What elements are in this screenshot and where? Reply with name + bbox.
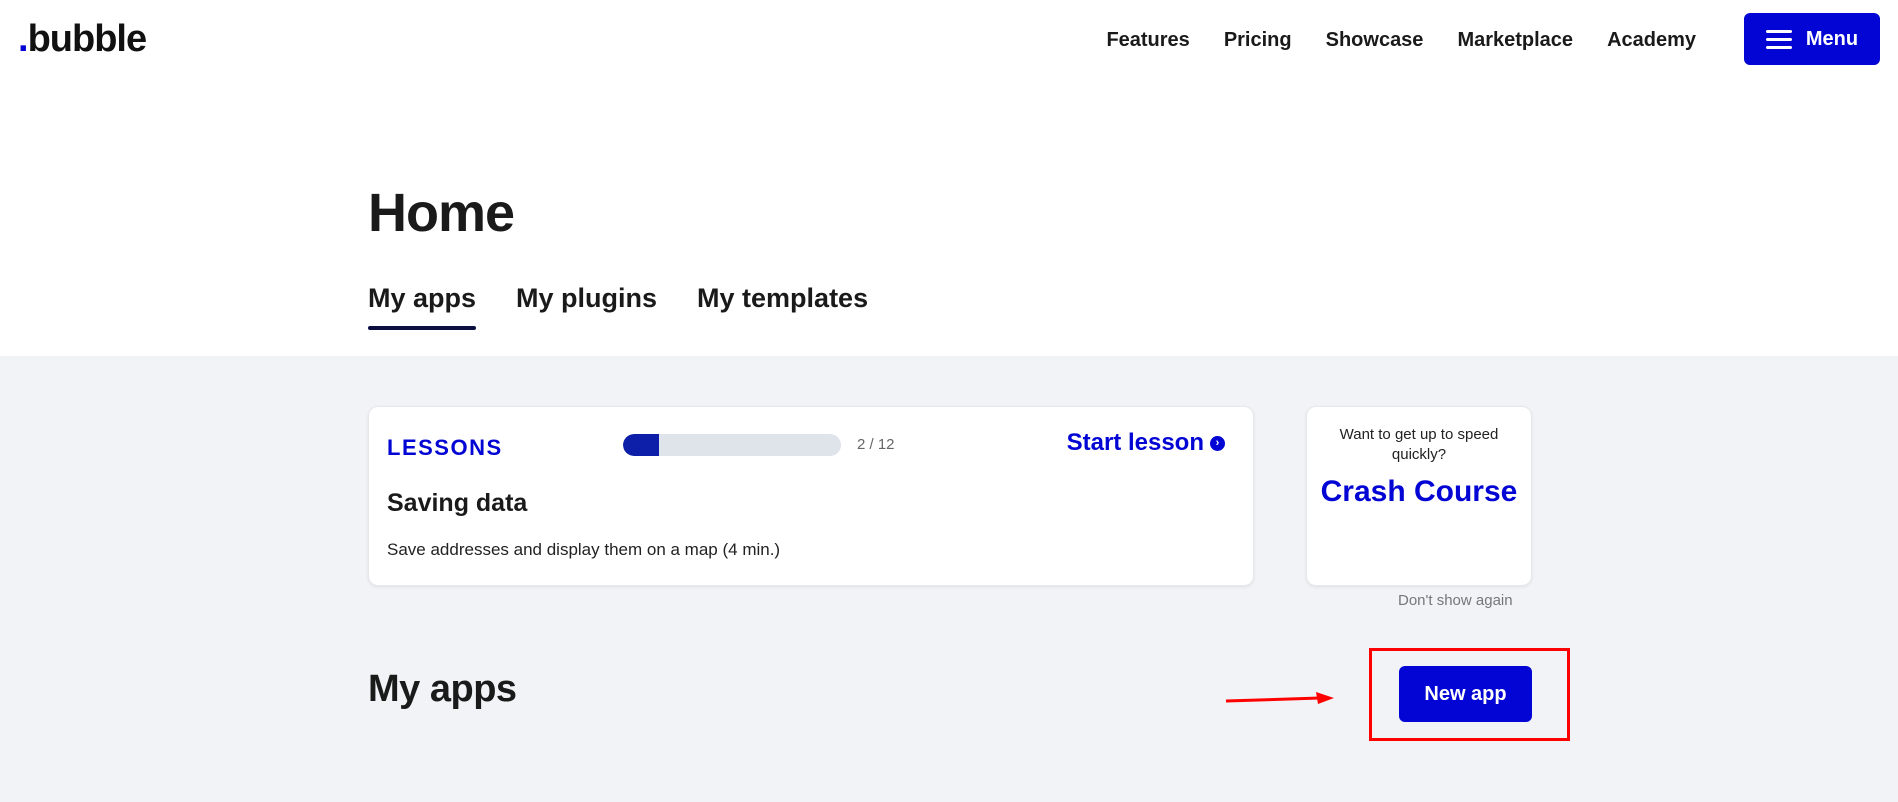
- lesson-progress-bar: [623, 434, 841, 456]
- bubble-logo[interactable]: .bubble: [18, 16, 147, 62]
- nav-link-features[interactable]: Features: [1089, 24, 1206, 56]
- page-title: Home: [368, 183, 515, 243]
- new-app-button[interactable]: New app: [1399, 666, 1532, 722]
- nav-links: Features Pricing Showcase Marketplace Ac…: [1089, 24, 1713, 56]
- tab-my-templates[interactable]: My templates: [697, 283, 868, 326]
- chevron-right-circle-icon: ›: [1210, 435, 1225, 451]
- hamburger-icon: [1765, 29, 1792, 49]
- dont-show-again-link[interactable]: Don't show again: [1398, 592, 1513, 609]
- annotation-arrow-icon: [1225, 692, 1334, 704]
- nav-link-marketplace[interactable]: Marketplace: [1440, 24, 1590, 56]
- lesson-description: Save addresses and display them on a map…: [387, 540, 781, 559]
- nav-link-pricing[interactable]: Pricing: [1207, 24, 1309, 56]
- my-apps-heading: My apps: [368, 668, 517, 710]
- lessons-label: LESSONS: [387, 435, 503, 460]
- start-lesson-link[interactable]: Start lesson ›: [1067, 429, 1225, 457]
- menu-label: Menu: [1805, 27, 1859, 50]
- crash-course-title: Crash Course: [1320, 475, 1518, 508]
- lesson-title: Saving data: [387, 489, 528, 517]
- lessons-card: LESSONS 2 / 12 Start lesson › Saving dat…: [368, 406, 1254, 586]
- start-lesson-label: Start lesson: [1066, 429, 1204, 456]
- nav-link-academy[interactable]: Academy: [1590, 24, 1713, 56]
- tab-my-apps[interactable]: My apps: [368, 283, 477, 330]
- top-navbar: .bubble Features Pricing Showcase Market…: [0, 0, 1898, 80]
- tab-my-plugins[interactable]: My plugins: [516, 283, 657, 326]
- lesson-progress-text: 2 / 12: [857, 436, 895, 453]
- nav-link-showcase[interactable]: Showcase: [1309, 24, 1441, 56]
- crash-course-subtitle: Want to get up to speed quickly?: [1339, 426, 1499, 463]
- home-tabs: My apps My plugins My templates: [368, 283, 868, 330]
- crash-course-card[interactable]: Want to get up to speed quickly? Crash C…: [1306, 406, 1532, 586]
- menu-button[interactable]: Menu: [1744, 13, 1880, 65]
- lesson-progress-fill: [623, 434, 660, 456]
